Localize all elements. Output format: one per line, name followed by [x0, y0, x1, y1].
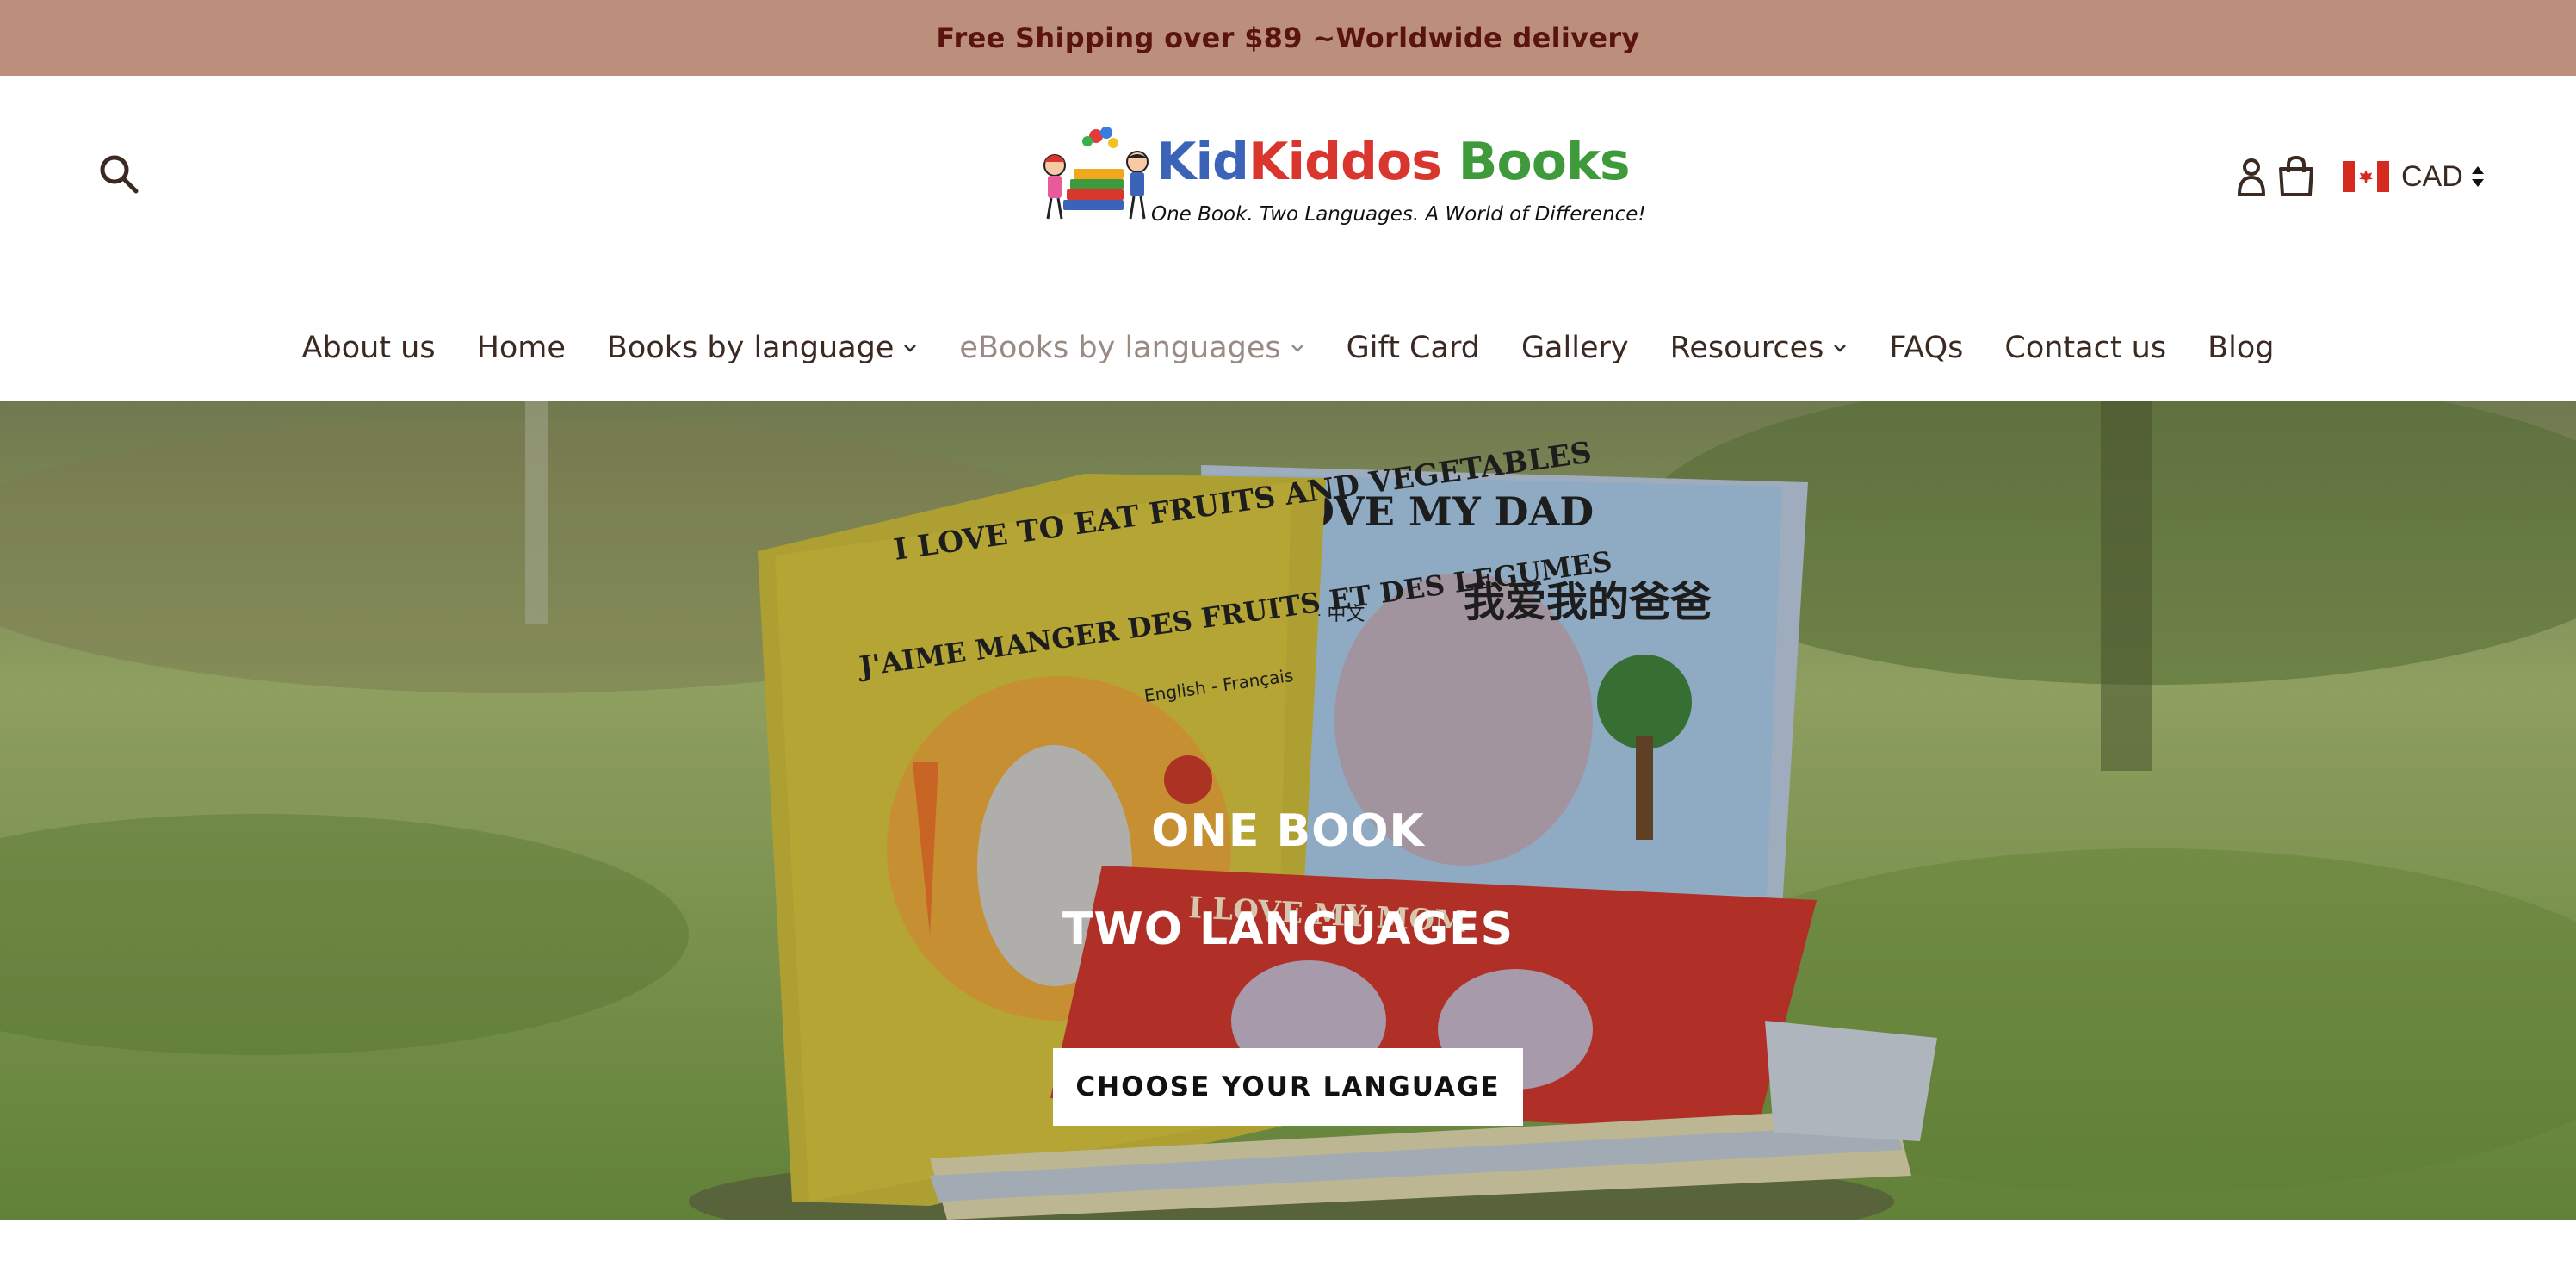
nav-item-ebooks-by-languages[interactable]: eBooks by languages: [959, 331, 1304, 365]
caret-up-down-icon: [2471, 166, 2484, 187]
search-icon[interactable]: [96, 152, 141, 196]
hero-heading-line2: TWO LANGUAGES: [1062, 904, 1514, 955]
nav-item-about-us[interactable]: About us: [302, 331, 436, 365]
chevron-down-icon: [1834, 345, 1847, 352]
nav-item-blog[interactable]: Blog: [2208, 331, 2274, 365]
announcement-bar: Free Shipping over $89 ~Worldwide delive…: [0, 0, 2576, 76]
nav-item-home[interactable]: Home: [477, 331, 566, 365]
nav-item-gift-card[interactable]: Gift Card: [1347, 331, 1480, 365]
nav-item-books-by-language[interactable]: Books by language: [607, 331, 918, 365]
user-icon[interactable]: [2234, 155, 2269, 198]
nav-item-gallery[interactable]: Gallery: [1521, 331, 1629, 365]
hero-heading-line1: ONE BOOK: [1151, 805, 1425, 857]
hero-banner: I LOVE MY DAD 我爱我的爸爸 English - 中文 I LOVE…: [0, 401, 2576, 1220]
logo-title: KidKiddos Books: [1156, 132, 1631, 192]
chevron-down-icon: [904, 345, 917, 352]
canada-flag-icon: [2343, 161, 2389, 192]
announcement-text: Free Shipping over $89 ~Worldwide delive…: [936, 22, 1640, 54]
site-header: KidKiddos Books One Book. Two Languages.…: [0, 76, 2576, 401]
nav-item-contact-us[interactable]: Contact us: [2004, 331, 2166, 365]
nav-item-resources[interactable]: Resources: [1670, 331, 1848, 365]
currency-selector[interactable]: CAD: [2343, 160, 2486, 194]
main-navigation: About us Home Books by language eBooks b…: [0, 331, 2576, 365]
currency-code: CAD: [2401, 159, 2463, 193]
nav-item-faqs[interactable]: FAQs: [1889, 331, 1963, 365]
header-actions: CAD: [2234, 155, 2486, 198]
logo-tagline: One Book. Two Languages. A World of Diff…: [1151, 203, 1646, 226]
logo-kids-books-icon: [1043, 127, 1149, 220]
choose-language-button[interactable]: CHOOSE YOUR LANGUAGE: [1053, 1048, 1523, 1126]
chevron-down-icon: [1291, 345, 1303, 352]
shopping-bag-icon[interactable]: [2276, 155, 2317, 198]
site-logo[interactable]: KidKiddos Books One Book. Two Languages.…: [1029, 124, 1646, 231]
